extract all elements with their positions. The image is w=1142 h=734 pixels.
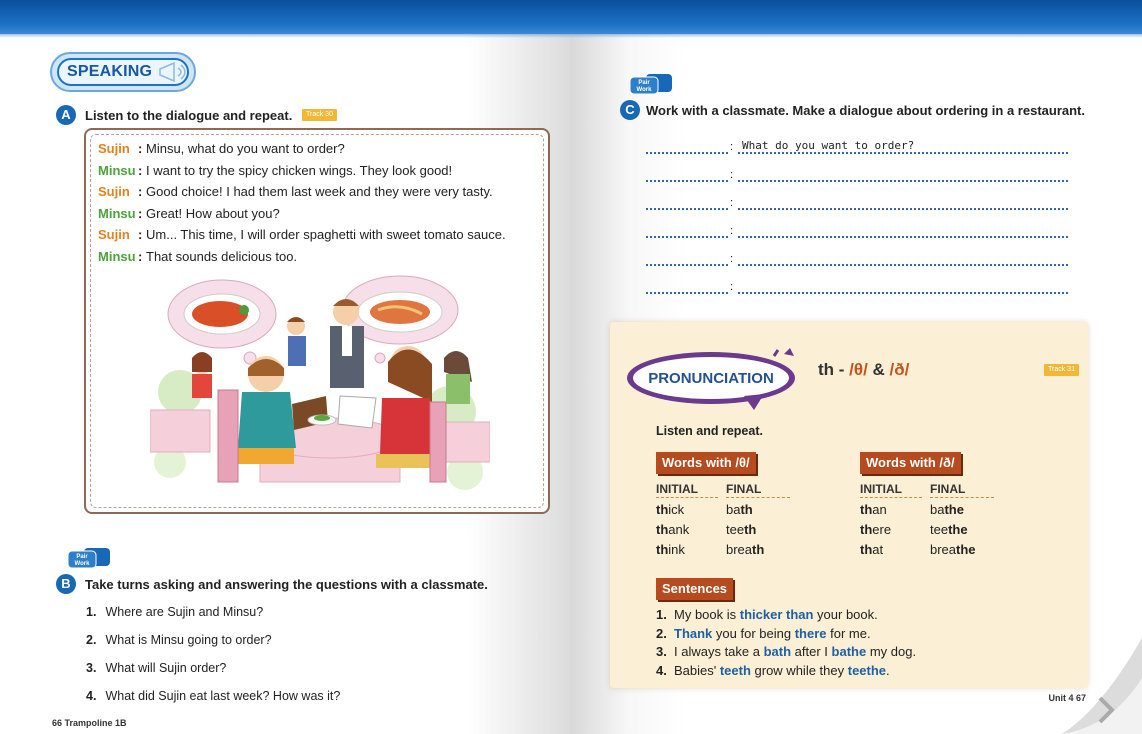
question-text: What will Sujin order? — [105, 661, 227, 675]
dialogue-line: Sujin: Good choice! I had them last week … — [98, 184, 493, 199]
pair-work-icon: Pair Work — [68, 548, 110, 568]
pair-work-icon: Pair Work — [630, 74, 672, 94]
sentence-number: 3. — [656, 644, 667, 659]
speaker-colon: : — [138, 249, 143, 264]
dialogue-line: Minsu: I want to try the spicy chicken wi… — [98, 163, 452, 178]
word-initial: there — [860, 522, 892, 537]
question-text: What is Minsu going to order? — [105, 633, 272, 647]
sentence-number: 2. — [656, 625, 667, 641]
pair-work-line-1: Pair — [638, 80, 650, 86]
dialogue-line: Minsu: That sounds delicious too. — [98, 249, 297, 264]
initial-column-header: INITIAL — [860, 482, 922, 498]
dialogue-write-line[interactable]: : — [646, 166, 1068, 182]
word-final: breath — [726, 542, 765, 557]
speaker-name: Minsu — [98, 162, 136, 178]
word-final: teethe — [930, 522, 968, 537]
megaphone-icon — [159, 61, 186, 83]
dialogue-line: Sujin: Minsu, what do you want to order? — [98, 141, 345, 156]
section-c-label: C — [620, 100, 640, 120]
pronunciation-badge: PRONUNCIATION — [627, 348, 795, 410]
word-final: bath — [726, 502, 753, 517]
section-b-label: B — [56, 574, 76, 594]
dialogue-write-line[interactable]: : — [646, 194, 1068, 210]
word-initial: thick — [656, 502, 685, 517]
page-footer-left: 66 Trampoline 1B — [52, 718, 127, 728]
word-initial: than — [860, 502, 887, 517]
speaker-colon: : — [138, 205, 143, 221]
speaker-name: Minsu — [98, 249, 136, 264]
right-page: Pair Work C Work with a classmate. Make … — [570, 0, 1142, 734]
listen-repeat-instruction: Listen and repeat. — [656, 424, 763, 438]
words-eth-heading: Words with /ð/ — [860, 452, 961, 474]
pronunciation-panel: PRONUNCIATION th - /θ/ & /ð/ Track 31 Li… — [610, 322, 1088, 688]
track-30-button[interactable]: Track 30 — [302, 109, 337, 121]
question-number: 4. — [86, 689, 97, 703]
question-item: 4. What did Sujin eat last week? How was… — [86, 689, 340, 703]
word-initial: think — [656, 542, 685, 557]
pronunciation-label: PRONUNCIATION — [648, 370, 774, 387]
speaking-label: SPEAKING — [67, 63, 153, 80]
question-number: 1. — [86, 605, 97, 619]
question-item: 2. What is Minsu going to order? — [86, 633, 272, 647]
sentence-number: 1. — [656, 607, 667, 622]
dialogue-text: Um... This time, I will order spaghetti … — [146, 227, 506, 243]
page-turn-arrow-icon[interactable] — [1062, 638, 1142, 734]
word-initial: thank — [656, 522, 690, 537]
speaker-name: Sujin — [98, 227, 130, 243]
speaker-colon: : — [138, 184, 143, 200]
pronunciation-title: th - /θ/ & /ð/ — [818, 360, 910, 379]
speaker-name: Sujin — [98, 141, 130, 156]
initial-column-header: INITIAL — [656, 482, 718, 498]
speaker-colon: : — [138, 227, 143, 243]
sentence-item: 3. I always take a bath after I bathe my … — [656, 644, 917, 659]
sentences-heading: Sentences — [656, 578, 734, 600]
word-final: bathe — [930, 502, 964, 517]
section-a-instruction: Listen to the dialogue and repeat. — [85, 108, 293, 123]
words-theta-heading: Words with /θ/ — [656, 452, 756, 474]
sentence-item: 2. Thank you for being there for me. — [656, 625, 871, 641]
dialogue-write-line[interactable]: : — [646, 222, 1068, 238]
question-number: 2. — [86, 633, 97, 647]
word-initial: that — [860, 542, 884, 557]
dialogue-line: Sujin: Um... This time, I will order spag… — [98, 227, 506, 242]
word-final: teeth — [726, 522, 757, 537]
pair-work-line-2: Work — [637, 87, 653, 93]
dialogue-write-line[interactable]: : — [646, 250, 1068, 266]
pair-work-line-1: Pair — [76, 554, 88, 560]
dialogue-text: Great! How about you? — [146, 205, 280, 221]
speaker-name: Minsu — [98, 205, 136, 221]
speaker-colon: : — [138, 162, 143, 178]
dialogue-write-line[interactable]: : — [646, 278, 1068, 294]
section-b-instruction: Take turns asking and answering the ques… — [85, 577, 488, 592]
word-final: breathe — [930, 542, 976, 557]
header-band — [0, 0, 570, 38]
pair-work-line-2: Work — [75, 561, 91, 567]
dialogue-example-text: What do you want to order? — [742, 139, 915, 152]
sentence-item: 1. My book is thicker than your book. — [656, 607, 878, 622]
dialogue-text: That sounds delicious too. — [146, 249, 298, 264]
sentence-item: 4. Babies' teeth grow while they teethe. — [656, 662, 890, 678]
question-number: 3. — [86, 661, 97, 675]
sentence-number: 4. — [656, 662, 667, 678]
left-page: SPEAKING A Listen to the dialogue and re… — [0, 0, 570, 734]
restaurant-illustration — [150, 275, 490, 490]
section-a-label: A — [56, 105, 76, 125]
dialogue-line: Minsu: Great! How about you? — [98, 206, 280, 221]
speaker-colon: : — [138, 141, 143, 156]
final-column-header: FINAL — [930, 482, 994, 498]
dialogue-text: I want to try the spicy chicken wings. T… — [146, 162, 453, 178]
speaker-name: Sujin — [98, 184, 130, 200]
dialogue-box: Sujin: Minsu, what do you want to order? M… — [84, 128, 550, 514]
question-item: 3. What will Sujin order? — [86, 661, 226, 675]
final-column-header: FINAL — [726, 482, 790, 498]
question-text: What did Sujin eat last week? How was it… — [105, 689, 341, 703]
dialogue-text: Good choice! I had them last week and th… — [146, 184, 493, 200]
question-text: Where are Sujin and Minsu? — [105, 605, 264, 619]
track-31-button[interactable]: Track 31 — [1044, 364, 1079, 376]
header-band — [570, 0, 1142, 38]
question-item: 1. Where are Sujin and Minsu? — [86, 605, 263, 619]
dialogue-text: Minsu, what do you want to order? — [146, 141, 345, 156]
dialogue-write-line[interactable]: : What do you want to order? — [646, 138, 1068, 154]
section-c-instruction: Work with a classmate. Make a dialogue a… — [646, 103, 1085, 118]
